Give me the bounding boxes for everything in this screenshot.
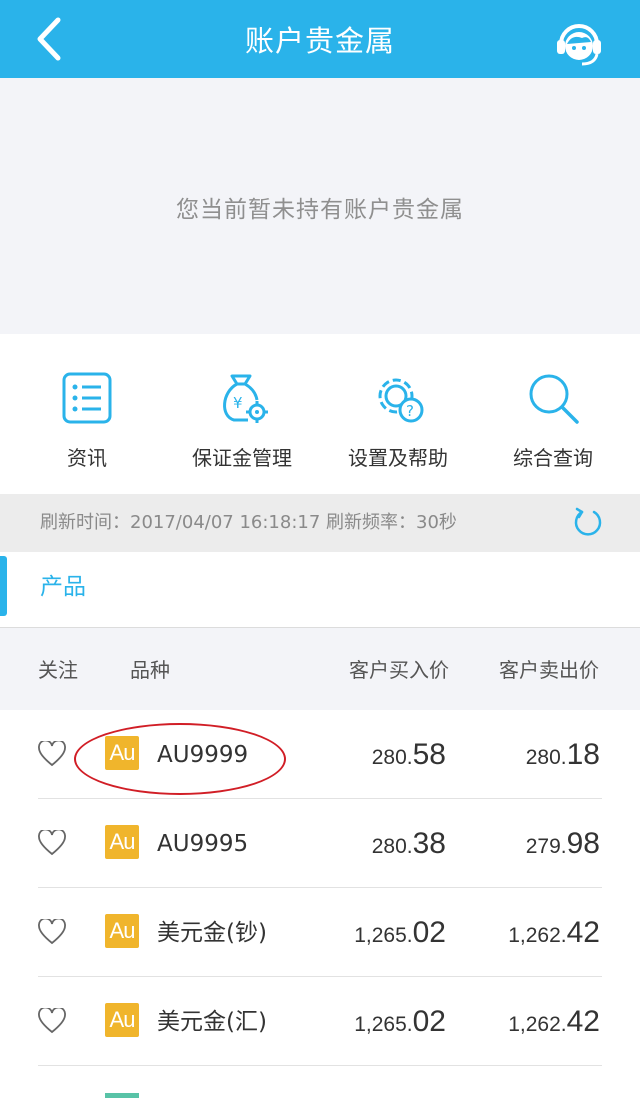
- next-row-icon-partial: [105, 1093, 139, 1098]
- buy-price-dec: 02: [412, 1005, 446, 1038]
- column-header-sell: 客户卖出价: [499, 658, 599, 682]
- holdings-empty-panel: 您当前暂未持有账户贵金属: [0, 78, 640, 334]
- menu-label-news: 资讯: [67, 446, 107, 470]
- customer-service-button[interactable]: [552, 14, 606, 68]
- refresh-button[interactable]: [570, 506, 604, 540]
- heart-icon[interactable]: [38, 741, 66, 767]
- section-accent-bar: [0, 556, 7, 616]
- buy-price: 1,265.02: [354, 977, 446, 1072]
- heart-icon[interactable]: [38, 1008, 66, 1034]
- sell-price-dec: 42: [566, 916, 600, 949]
- gear-help-icon: ?: [378, 378, 424, 423]
- svg-text:?: ?: [406, 402, 414, 420]
- list-icon: [62, 372, 112, 424]
- column-header-follow: 关注: [38, 658, 78, 682]
- buy-price-int: 280.: [371, 835, 413, 858]
- buy-price-dec: 38: [412, 827, 446, 860]
- menu-item-news[interactable]: 资讯: [20, 334, 154, 494]
- search-icon: [529, 374, 579, 424]
- product-name: 美元金(钞): [157, 920, 267, 946]
- money-bag-gear-icon: ¥: [223, 374, 268, 423]
- buy-price: 280.58: [372, 710, 446, 805]
- buy-price-int: 1,265.: [354, 924, 413, 947]
- customer-service-icon: [557, 24, 601, 66]
- menu-label-query: 综合查询: [513, 446, 593, 470]
- buy-price: 280.38: [372, 799, 446, 894]
- gold-icon: Au: [105, 736, 139, 770]
- svg-text:¥: ¥: [233, 394, 243, 412]
- app-header: 账户贵金属: [0, 0, 640, 78]
- column-header-variety: 品种: [130, 658, 170, 682]
- table-row[interactable]: Au AU9999 280.58 280.18: [0, 710, 640, 799]
- menu-item-query[interactable]: 综合查询: [486, 334, 620, 494]
- sell-price-dec: 42: [566, 1005, 600, 1038]
- refresh-bar: 刷新时间：2017/04/07 16:18:17 刷新频率：30秒: [0, 494, 640, 552]
- table-header: 关注 品种 客户买入价 客户卖出价: [0, 628, 640, 710]
- menu-label-margin: 保证金管理: [192, 446, 292, 470]
- sell-price-int: 1,262.: [508, 924, 567, 947]
- gold-icon: Au: [105, 914, 139, 948]
- buy-price-dec: 02: [412, 916, 446, 949]
- column-header-buy: 客户买入价: [349, 658, 449, 682]
- page-title: 账户贵金属: [244, 24, 395, 58]
- menu-label-settings: 设置及帮助: [348, 446, 448, 470]
- sell-price: 1,262.42: [508, 977, 600, 1072]
- buy-price-int: 1,265.: [354, 1013, 413, 1036]
- quick-menu: 资讯 ¥ 保证金管理 ? 设置及帮助 综合查询: [0, 334, 640, 494]
- refresh-info-text: 刷新时间：2017/04/07 16:18:17 刷新频率：30秒: [40, 512, 457, 533]
- product-name: 美元金(汇): [157, 1009, 267, 1035]
- sell-price-dec: 98: [566, 827, 600, 860]
- sell-price: 1,262.42: [508, 888, 600, 983]
- buy-price-int: 280.: [371, 746, 413, 769]
- heart-icon[interactable]: [38, 919, 66, 945]
- sell-price-int: 280.: [525, 746, 567, 769]
- products-section-header: 产品: [0, 552, 640, 628]
- product-name: AU9995: [157, 831, 249, 857]
- refresh-icon: [574, 507, 602, 536]
- menu-item-margin[interactable]: ¥ 保证金管理: [175, 334, 309, 494]
- sell-price-int: 279.: [525, 835, 567, 858]
- sell-price-dec: 18: [566, 738, 600, 771]
- sell-price: 279.98: [526, 799, 600, 894]
- table-row[interactable]: Au AU9995 280.38 279.98: [0, 799, 640, 888]
- gold-icon: Au: [105, 1003, 139, 1037]
- section-title: 产品: [40, 574, 86, 600]
- menu-item-settings[interactable]: ? 设置及帮助: [331, 334, 465, 494]
- product-name: AU9999: [157, 742, 249, 768]
- buy-price: 1,265.02: [354, 888, 446, 983]
- buy-price-dec: 58: [412, 738, 446, 771]
- row-divider: [38, 1065, 602, 1066]
- table-row[interactable]: Au 美元金(钞) 1,265.02 1,262.42: [0, 888, 640, 977]
- empty-holdings-text: 您当前暂未持有账户贵金属: [176, 197, 464, 223]
- table-row[interactable]: Au 美元金(汇) 1,265.02 1,262.42: [0, 977, 640, 1066]
- sell-price: 280.18: [526, 710, 600, 805]
- gold-icon: Au: [105, 825, 139, 859]
- heart-icon[interactable]: [38, 830, 66, 856]
- sell-price-int: 1,262.: [508, 1013, 567, 1036]
